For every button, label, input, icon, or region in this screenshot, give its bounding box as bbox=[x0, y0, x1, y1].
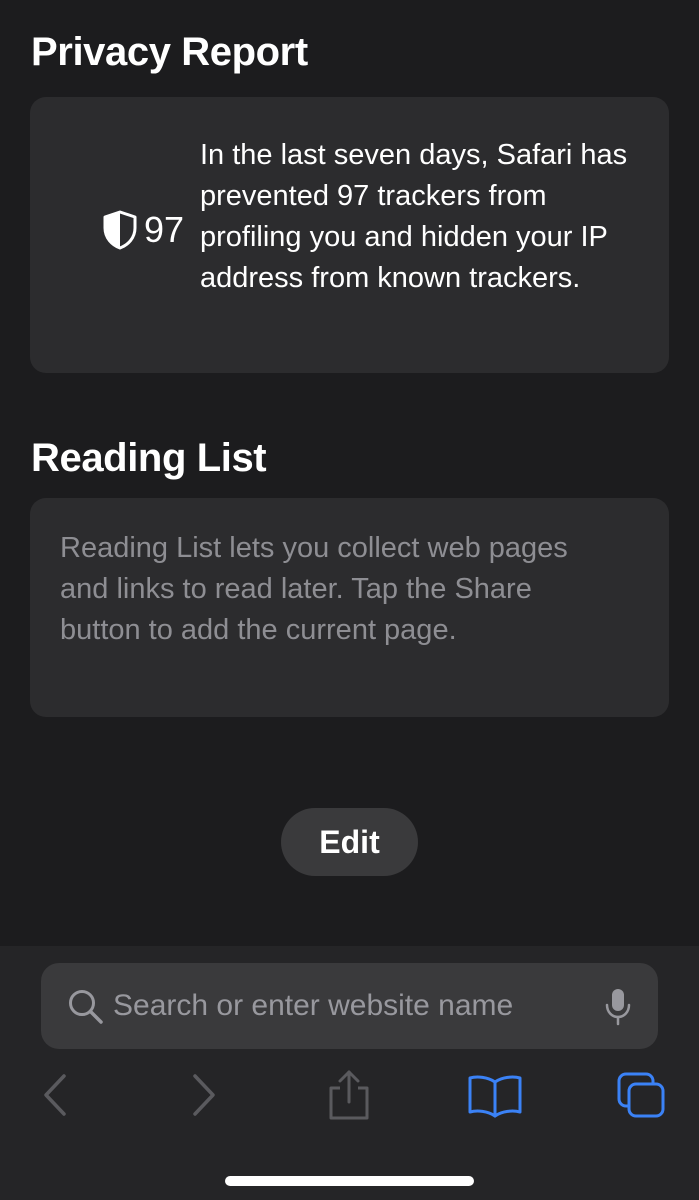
privacy-report-card[interactable]: 97 In the last seven days, Safari has pr… bbox=[30, 97, 669, 373]
tabs-icon[interactable] bbox=[613, 1068, 669, 1122]
reading-list-title: Reading List bbox=[31, 436, 267, 480]
privacy-report-title: Privacy Report bbox=[31, 30, 308, 74]
home-indicator bbox=[225, 1176, 474, 1186]
tracker-count-value: 97 bbox=[144, 209, 185, 250]
chevron-left-icon[interactable] bbox=[36, 1068, 74, 1122]
reading-list-card: Reading List lets you collect web pages … bbox=[30, 498, 669, 717]
search-field[interactable] bbox=[41, 963, 658, 1049]
edit-button[interactable]: Edit bbox=[281, 808, 418, 876]
microphone-icon[interactable] bbox=[603, 987, 633, 1027]
search-icon bbox=[67, 988, 105, 1026]
book-icon[interactable] bbox=[466, 1068, 524, 1122]
chevron-right-icon[interactable] bbox=[185, 1068, 223, 1122]
privacy-report-description: In the last seven days, Safari has preve… bbox=[200, 139, 628, 294]
reading-list-description: Reading List lets you collect web pages … bbox=[60, 532, 568, 646]
tracker-count-badge: 97 bbox=[102, 210, 184, 250]
shield-icon bbox=[102, 210, 138, 250]
share-icon[interactable] bbox=[323, 1068, 375, 1122]
search-input[interactable] bbox=[113, 963, 583, 1049]
